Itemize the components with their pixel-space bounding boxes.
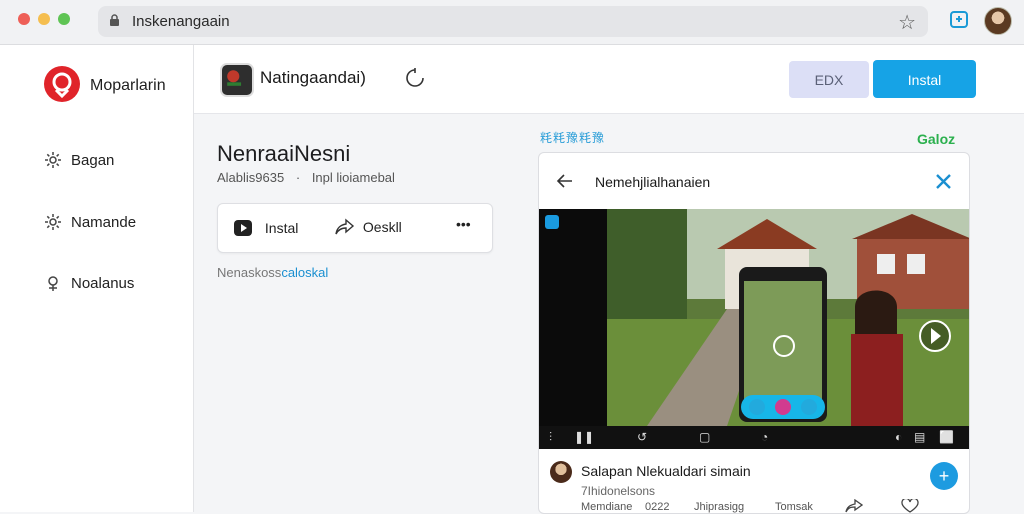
- fullscreen-icon[interactable]: ⬜: [939, 430, 954, 444]
- refresh-icon[interactable]: [404, 67, 426, 89]
- comment-subtitle: 7Ihidonelsons: [581, 484, 656, 498]
- main-header: Natingaandai) EDX Instal: [194, 45, 1024, 114]
- like-icon[interactable]: [901, 499, 919, 513]
- app-icon: [220, 63, 254, 97]
- card-share-action[interactable]: Oeskll: [335, 218, 402, 236]
- link-prefix: Nenaskoss: [217, 265, 282, 280]
- video-controls: ⫶ ❚❚ ↺ ▢ ◔ ◐ ▤ ⬜: [539, 426, 969, 449]
- card-install-action[interactable]: Instal: [233, 218, 298, 238]
- preview-card: Nemehjlialhanaien ⫶ ❚❚ ↺ ▢ ◔ ◐ ▤ ⬜ Salap…: [538, 152, 970, 514]
- comment-item: Salapan Nlekualdari simain 7Ihidonelsons…: [539, 453, 969, 513]
- more-options-button[interactable]: •••: [456, 216, 471, 232]
- page-meta: Alablis9635 · Inpl lioiamebal: [217, 170, 395, 185]
- back-icon[interactable]: ↺: [637, 430, 647, 444]
- signal-icon: ⫶: [549, 430, 553, 444]
- pause-icon[interactable]: ❚❚: [574, 430, 594, 444]
- commenter-avatar[interactable]: [550, 461, 572, 483]
- video-scene-image: [607, 209, 969, 426]
- comment-meta-tag: Tomsak: [775, 501, 813, 513]
- url-text: Inskenangaain: [132, 13, 230, 30]
- close-icon[interactable]: [935, 173, 952, 190]
- browser-toolbar: Inskenangaain ☆: [0, 0, 1024, 45]
- sidebar-item-label: Namande: [71, 214, 137, 231]
- timer-icon[interactable]: ◔: [761, 430, 768, 444]
- card-title: Nemehjlialhanaien: [595, 174, 711, 190]
- share-icon: [335, 218, 355, 235]
- page-title: NenraaiNesni: [217, 141, 351, 166]
- brand-logo: [44, 66, 80, 102]
- home-icon[interactable]: ▢: [699, 430, 710, 444]
- add-button[interactable]: +: [930, 462, 958, 490]
- link-highlight: caloskal: [281, 265, 329, 280]
- comment-title: Salapan Nlekualdari simain: [581, 463, 751, 479]
- maximize-window-button[interactable]: [58, 13, 70, 25]
- card-header: Nemehjlialhanaien: [539, 153, 969, 210]
- close-window-button[interactable]: [18, 13, 30, 25]
- comment-meta-phrase: Jhiprasigg: [694, 501, 745, 513]
- panel-corner-label: Galoz: [917, 131, 956, 147]
- brand-name: Moparlarin: [90, 77, 166, 94]
- share-icon[interactable]: [845, 499, 863, 513]
- comment-meta-author: Memdiane: [581, 501, 633, 513]
- gear-icon: [45, 214, 61, 230]
- video-frame: [607, 209, 969, 426]
- sidebar-item-namande[interactable]: Namande: [44, 211, 184, 235]
- sidebar-item-noalanus[interactable]: Noalanus: [44, 272, 184, 296]
- play-badge-icon: [234, 220, 252, 236]
- brand-mark-icon: [52, 72, 72, 99]
- settings-icon[interactable]: ◐: [895, 430, 902, 444]
- minimize-window-button[interactable]: [38, 13, 50, 25]
- meta-separator: ·: [295, 170, 301, 185]
- card-install-label: Instal: [264, 220, 299, 236]
- install-button[interactable]: Instal: [873, 60, 976, 98]
- comment-meta-count: 0222: [645, 501, 670, 513]
- video-player[interactable]: ⫶ ❚❚ ↺ ▢ ◔ ◐ ▤ ⬜: [539, 209, 969, 449]
- bookmark-star-icon[interactable]: ☆: [898, 10, 916, 35]
- pin-icon: [48, 276, 58, 291]
- sidebar-item-label: Bagan: [71, 152, 115, 169]
- edx-button[interactable]: EDX: [789, 61, 869, 98]
- profile-avatar[interactable]: [984, 7, 1012, 35]
- gear-icon: [45, 152, 61, 168]
- sidebar-item-bagan[interactable]: Bagan: [44, 149, 184, 173]
- video-badge-icon: [545, 215, 559, 229]
- app-logo-icon: [227, 70, 242, 86]
- meta-left: Alablis9635: [217, 170, 285, 185]
- extension-icon[interactable]: [949, 9, 969, 29]
- card-share-label: Oeskll: [362, 219, 402, 235]
- back-arrow-icon[interactable]: [556, 172, 574, 190]
- link-line[interactable]: Nenaskosscaloskal: [217, 265, 328, 280]
- sidebar: Moparlarin Bagan Namande Noalanus: [0, 45, 194, 512]
- address-bar[interactable]: Inskenangaain ☆: [98, 6, 928, 37]
- quality-icon[interactable]: ▤: [914, 430, 925, 444]
- lock-icon: [110, 14, 119, 26]
- action-card: Instal Oeskll •••: [217, 203, 493, 253]
- meta-right: Inpl lioiamebal: [311, 170, 395, 185]
- panel-label: 粍粍豫粍豫: [540, 131, 606, 145]
- app-title: Natingaandai): [260, 68, 366, 87]
- sidebar-item-label: Noalanus: [71, 275, 135, 292]
